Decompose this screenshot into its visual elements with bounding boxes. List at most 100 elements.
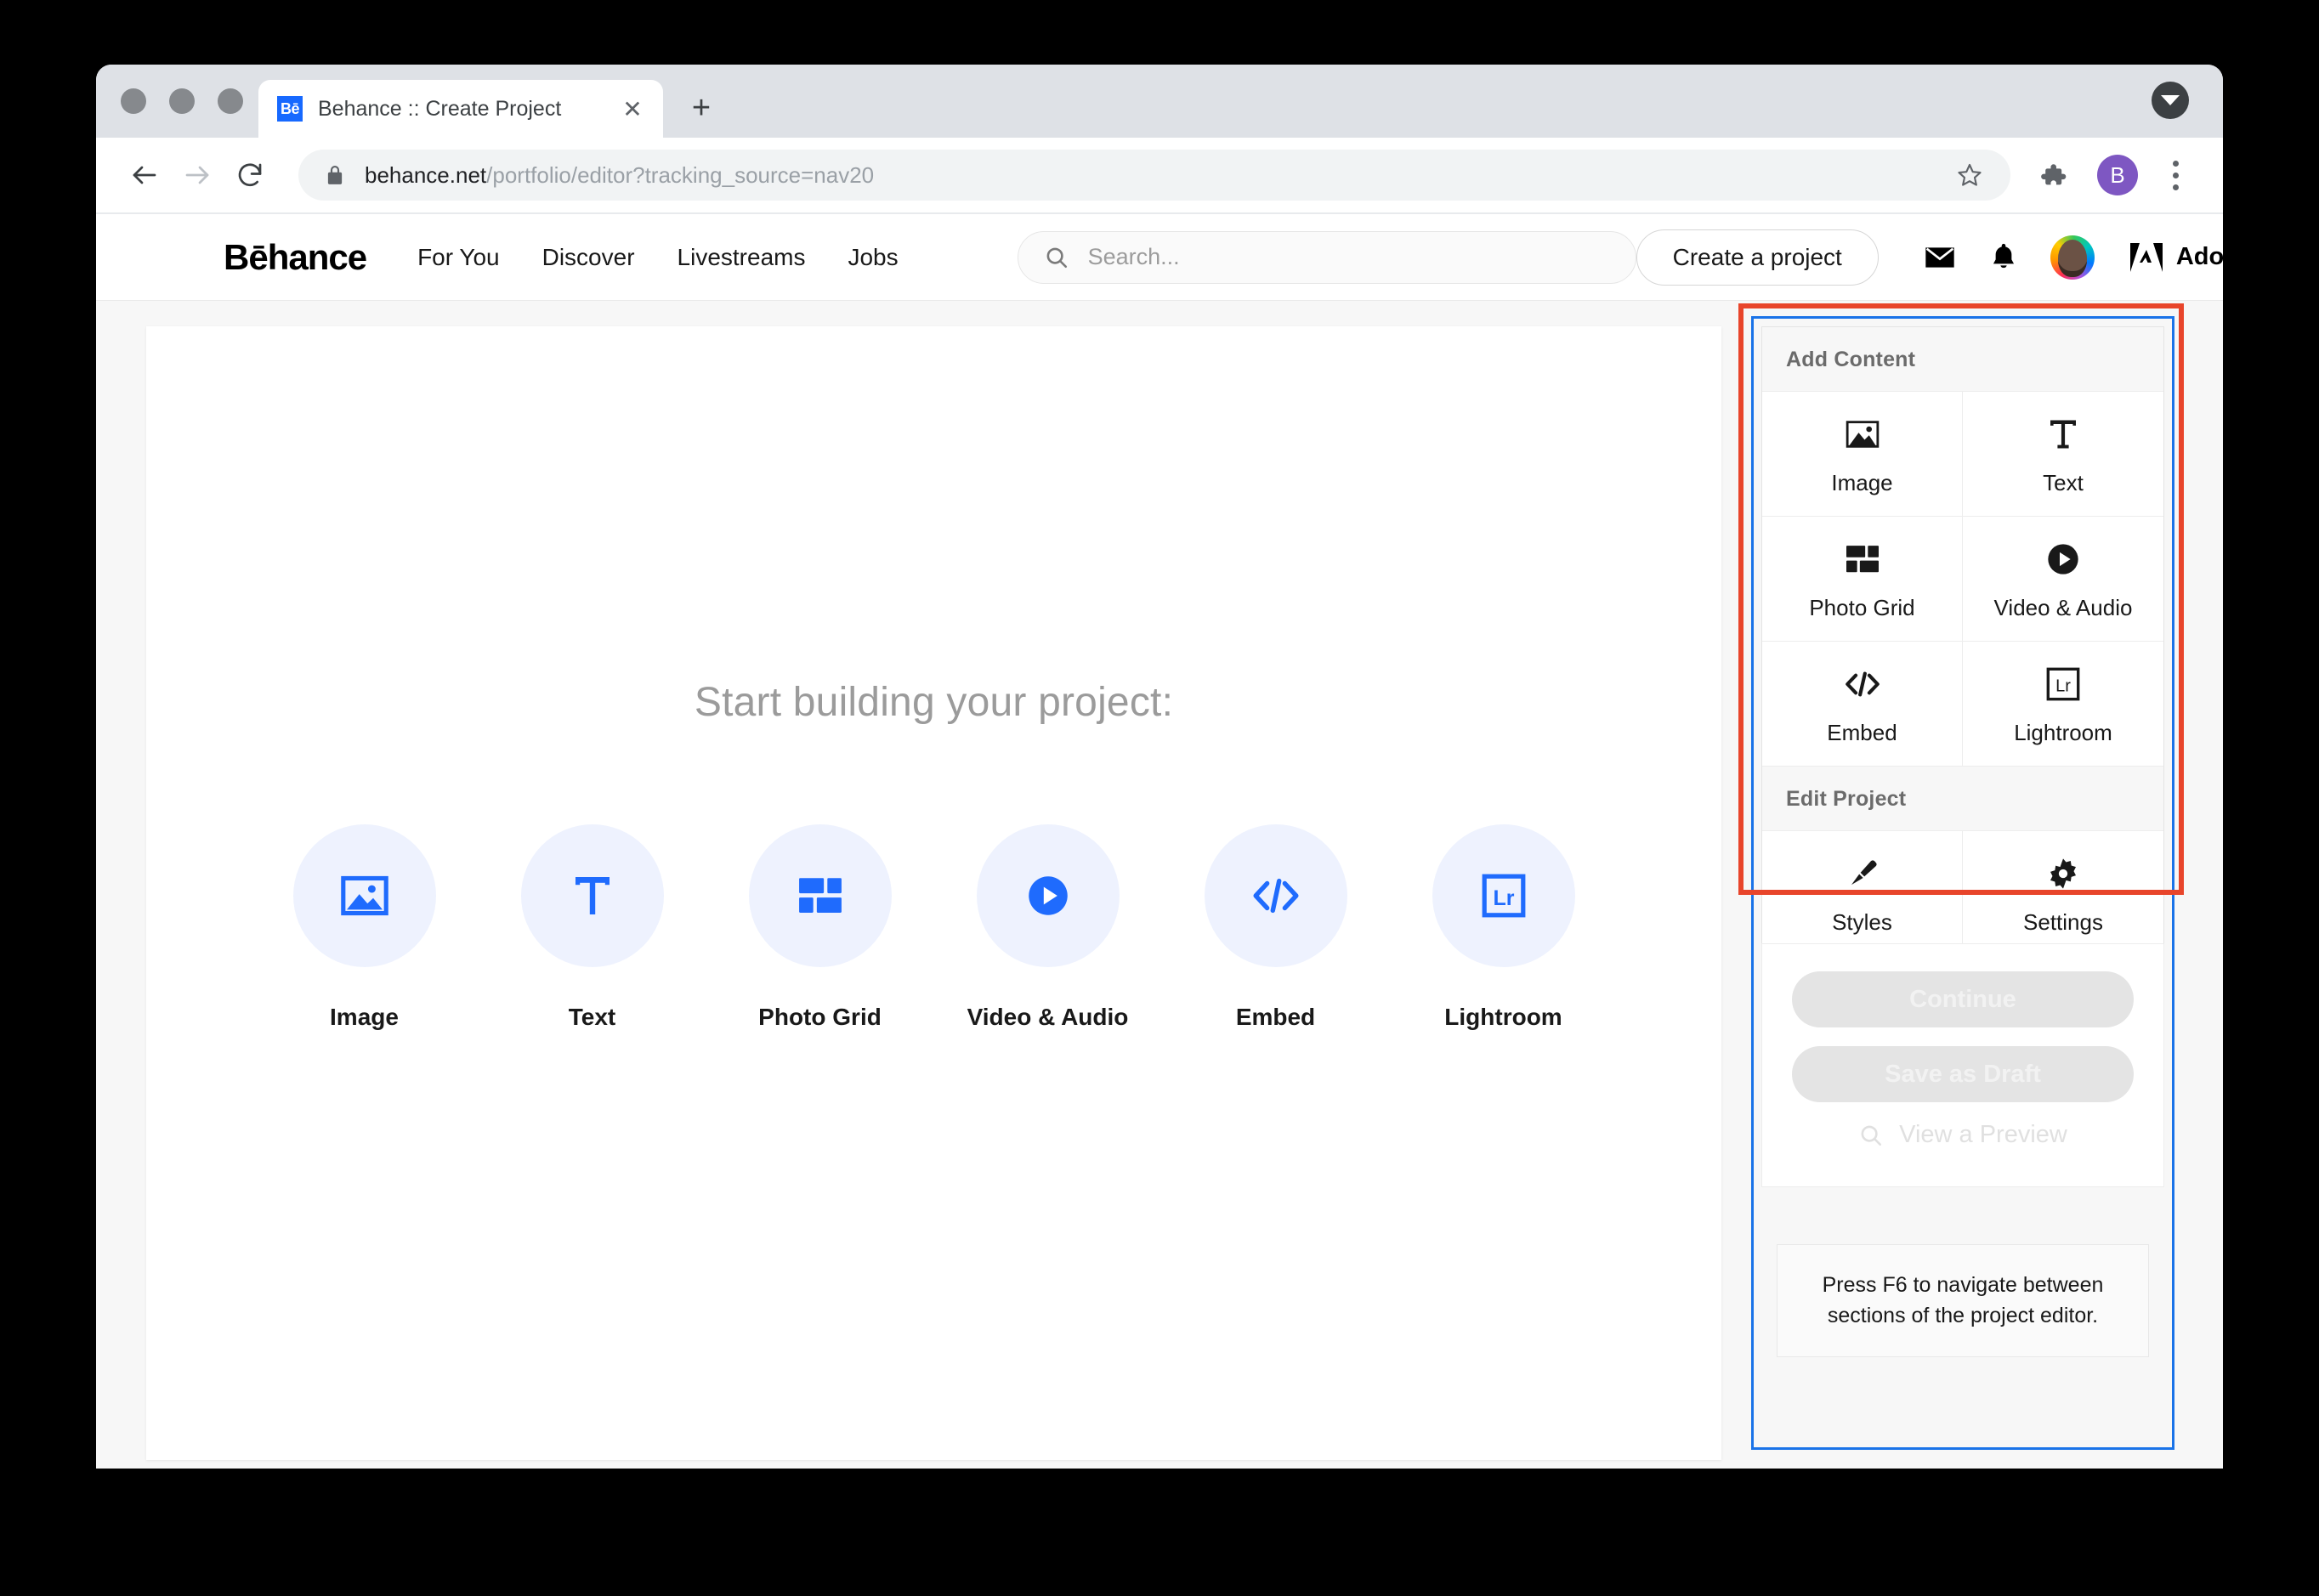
- project-canvas: Start building your project: Image Text …: [146, 326, 1721, 1460]
- minimize-window-button[interactable]: [169, 88, 195, 114]
- svg-text:Lr: Lr: [1493, 886, 1514, 910]
- panel-item-video-audio[interactable]: Video & Audio: [1963, 517, 2163, 642]
- behance-page: Bēhance For You Discover Livestreams Job…: [96, 214, 2223, 1469]
- continue-button[interactable]: Continue: [1792, 971, 2134, 1027]
- svg-text:Lr: Lr: [2055, 676, 2071, 695]
- project-editor-body: Start building your project: Image Text …: [96, 301, 2223, 1469]
- extensions-puzzle-icon[interactable]: [2027, 150, 2078, 201]
- reload-icon[interactable]: [224, 149, 276, 201]
- nav-link-discover[interactable]: Discover: [542, 244, 635, 271]
- tab-search-dropdown-icon[interactable]: [2152, 82, 2189, 119]
- embed-icon-circle: [1204, 824, 1347, 967]
- tab-strip: Bē Behance :: Create Project ✕ +: [96, 65, 2223, 138]
- photo-grid-icon: [1845, 537, 1880, 581]
- panel-item-styles[interactable]: Styles: [1762, 831, 1963, 956]
- keyboard-tip: Press F6 to navigate between sections of…: [1777, 1244, 2149, 1357]
- panel-item-image[interactable]: Image: [1762, 392, 1963, 517]
- photo-grid-icon-circle: [748, 824, 892, 967]
- forward-arrow-icon[interactable]: [171, 149, 224, 201]
- add-content-panel: Add Content Image Text Photo Grid Video …: [1761, 326, 2164, 957]
- nav-link-for-you[interactable]: For You: [417, 244, 500, 271]
- gear-icon: [2046, 852, 2080, 896]
- photo-grid-icon: [797, 874, 843, 917]
- add-content-grid: Image Text Photo Grid Video & Audio Embe…: [1762, 392, 2163, 767]
- canvas-option-video-audio[interactable]: Video & Audio: [934, 824, 1162, 1031]
- new-tab-button[interactable]: +: [677, 83, 726, 133]
- behance-favicon-icon: Bē: [277, 96, 303, 122]
- project-actions-panel: Continue Save as Draft View a Preview: [1761, 943, 2164, 1187]
- panel-item-label: Photo Grid: [1809, 594, 1915, 620]
- edit-project-grid: Styles Settings: [1762, 831, 2163, 956]
- panel-item-label: Settings: [2023, 909, 2103, 935]
- adobe-label: Adobe: [2175, 243, 2223, 270]
- behance-header: Bēhance For You Discover Livestreams Job…: [96, 214, 2223, 301]
- add-content-header: Add Content: [1762, 327, 2163, 392]
- search-placeholder-text: Search...: [1087, 244, 1180, 269]
- adobe-brand[interactable]: Adobe: [2129, 241, 2223, 274]
- panel-item-label: Text: [2043, 469, 2084, 495]
- canvas-option-label: Lightroom: [1444, 1004, 1562, 1030]
- panel-item-settings[interactable]: Settings: [1963, 831, 2163, 956]
- video-audio-icon-circle: [976, 824, 1120, 967]
- adobe-logo-icon: [2129, 241, 2164, 274]
- behance-header-icons: [1923, 235, 2095, 280]
- panel-item-lightroom[interactable]: Lr Lightroom: [1963, 642, 2163, 767]
- code-brackets-icon: [1843, 662, 1882, 706]
- magnifier-icon: [1858, 1123, 1884, 1148]
- address-bar[interactable]: behance.net/portfolio/editor?tracking_so…: [298, 150, 2010, 201]
- text-t-icon: [572, 873, 613, 919]
- address-bar-url: behance.net/portfolio/editor?tracking_so…: [365, 161, 875, 188]
- user-avatar[interactable]: [2050, 235, 2095, 280]
- close-tab-icon[interactable]: ✕: [615, 92, 649, 126]
- canvas-heading: Start building your project:: [694, 680, 1174, 725]
- create-a-project-button[interactable]: Create a project: [1636, 229, 1879, 286]
- maximize-window-button[interactable]: [218, 88, 243, 114]
- back-arrow-icon[interactable]: [118, 149, 171, 201]
- panel-item-label: Embed: [1827, 719, 1897, 745]
- save-as-draft-button[interactable]: Save as Draft: [1792, 1046, 2134, 1102]
- three-dot-menu-icon[interactable]: [2157, 160, 2194, 190]
- nav-link-jobs[interactable]: Jobs: [848, 244, 898, 271]
- paintbrush-icon: [1846, 852, 1880, 896]
- panel-item-label: Image: [1831, 469, 1893, 495]
- canvas-option-photo-grid[interactable]: Photo Grid: [706, 824, 934, 1031]
- bookmark-star-icon[interactable]: [1951, 156, 1988, 194]
- close-window-button[interactable]: [121, 88, 146, 114]
- browser-window: Bē Behance :: Create Project ✕ + behance…: [96, 65, 2223, 1469]
- panel-item-label: Styles: [1832, 909, 1892, 935]
- canvas-option-embed[interactable]: Embed: [1162, 824, 1390, 1031]
- behance-logo[interactable]: Bēhance: [224, 237, 367, 278]
- view-a-preview-link[interactable]: View a Preview: [1792, 1121, 2134, 1149]
- text-t-icon: [2048, 412, 2078, 456]
- panel-item-embed[interactable]: Embed: [1762, 642, 1963, 767]
- nav-link-livestreams[interactable]: Livestreams: [678, 244, 806, 271]
- chrome-profile-avatar[interactable]: B: [2097, 155, 2138, 195]
- image-icon: [340, 875, 388, 916]
- lightroom-lr-icon: Lr: [2046, 662, 2080, 706]
- lightroom-icon-circle: Lr: [1432, 824, 1575, 967]
- panel-item-label: Video & Audio: [1993, 594, 2133, 620]
- envelope-icon[interactable]: [1923, 241, 1957, 274]
- behance-main-nav: For You Discover Livestreams Jobs: [417, 244, 899, 271]
- search-input[interactable]: Search...: [1017, 230, 1636, 284]
- canvas-option-label: Photo Grid: [758, 1004, 882, 1030]
- canvas-option-text[interactable]: Text: [479, 824, 706, 1031]
- canvas-option-image[interactable]: Image: [251, 824, 479, 1031]
- canvas-option-label: Image: [330, 1004, 399, 1030]
- panel-item-photo-grid[interactable]: Photo Grid: [1762, 517, 1963, 642]
- image-icon-circle: [292, 824, 436, 967]
- canvas-option-lightroom[interactable]: Lr Lightroom: [1390, 824, 1618, 1031]
- panel-item-text[interactable]: Text: [1963, 392, 2163, 517]
- search-icon: [1044, 245, 1069, 270]
- text-icon-circle: [520, 824, 664, 967]
- panel-item-label: Lightroom: [2014, 719, 2112, 745]
- bell-icon[interactable]: [1989, 241, 2018, 274]
- lightroom-lr-icon: Lr: [1482, 874, 1526, 918]
- browser-toolbar: behance.net/portfolio/editor?tracking_so…: [96, 138, 2223, 214]
- window-traffic-lights: [96, 88, 243, 138]
- tab-title: Behance :: Create Project: [318, 96, 562, 121]
- project-editor-sidebar: Add Content Image Text Photo Grid Video …: [1738, 301, 2223, 1469]
- edit-project-header: Edit Project: [1762, 767, 2163, 831]
- browser-tab[interactable]: Bē Behance :: Create Project ✕: [258, 80, 663, 138]
- chevron-down-icon: [2161, 95, 2180, 105]
